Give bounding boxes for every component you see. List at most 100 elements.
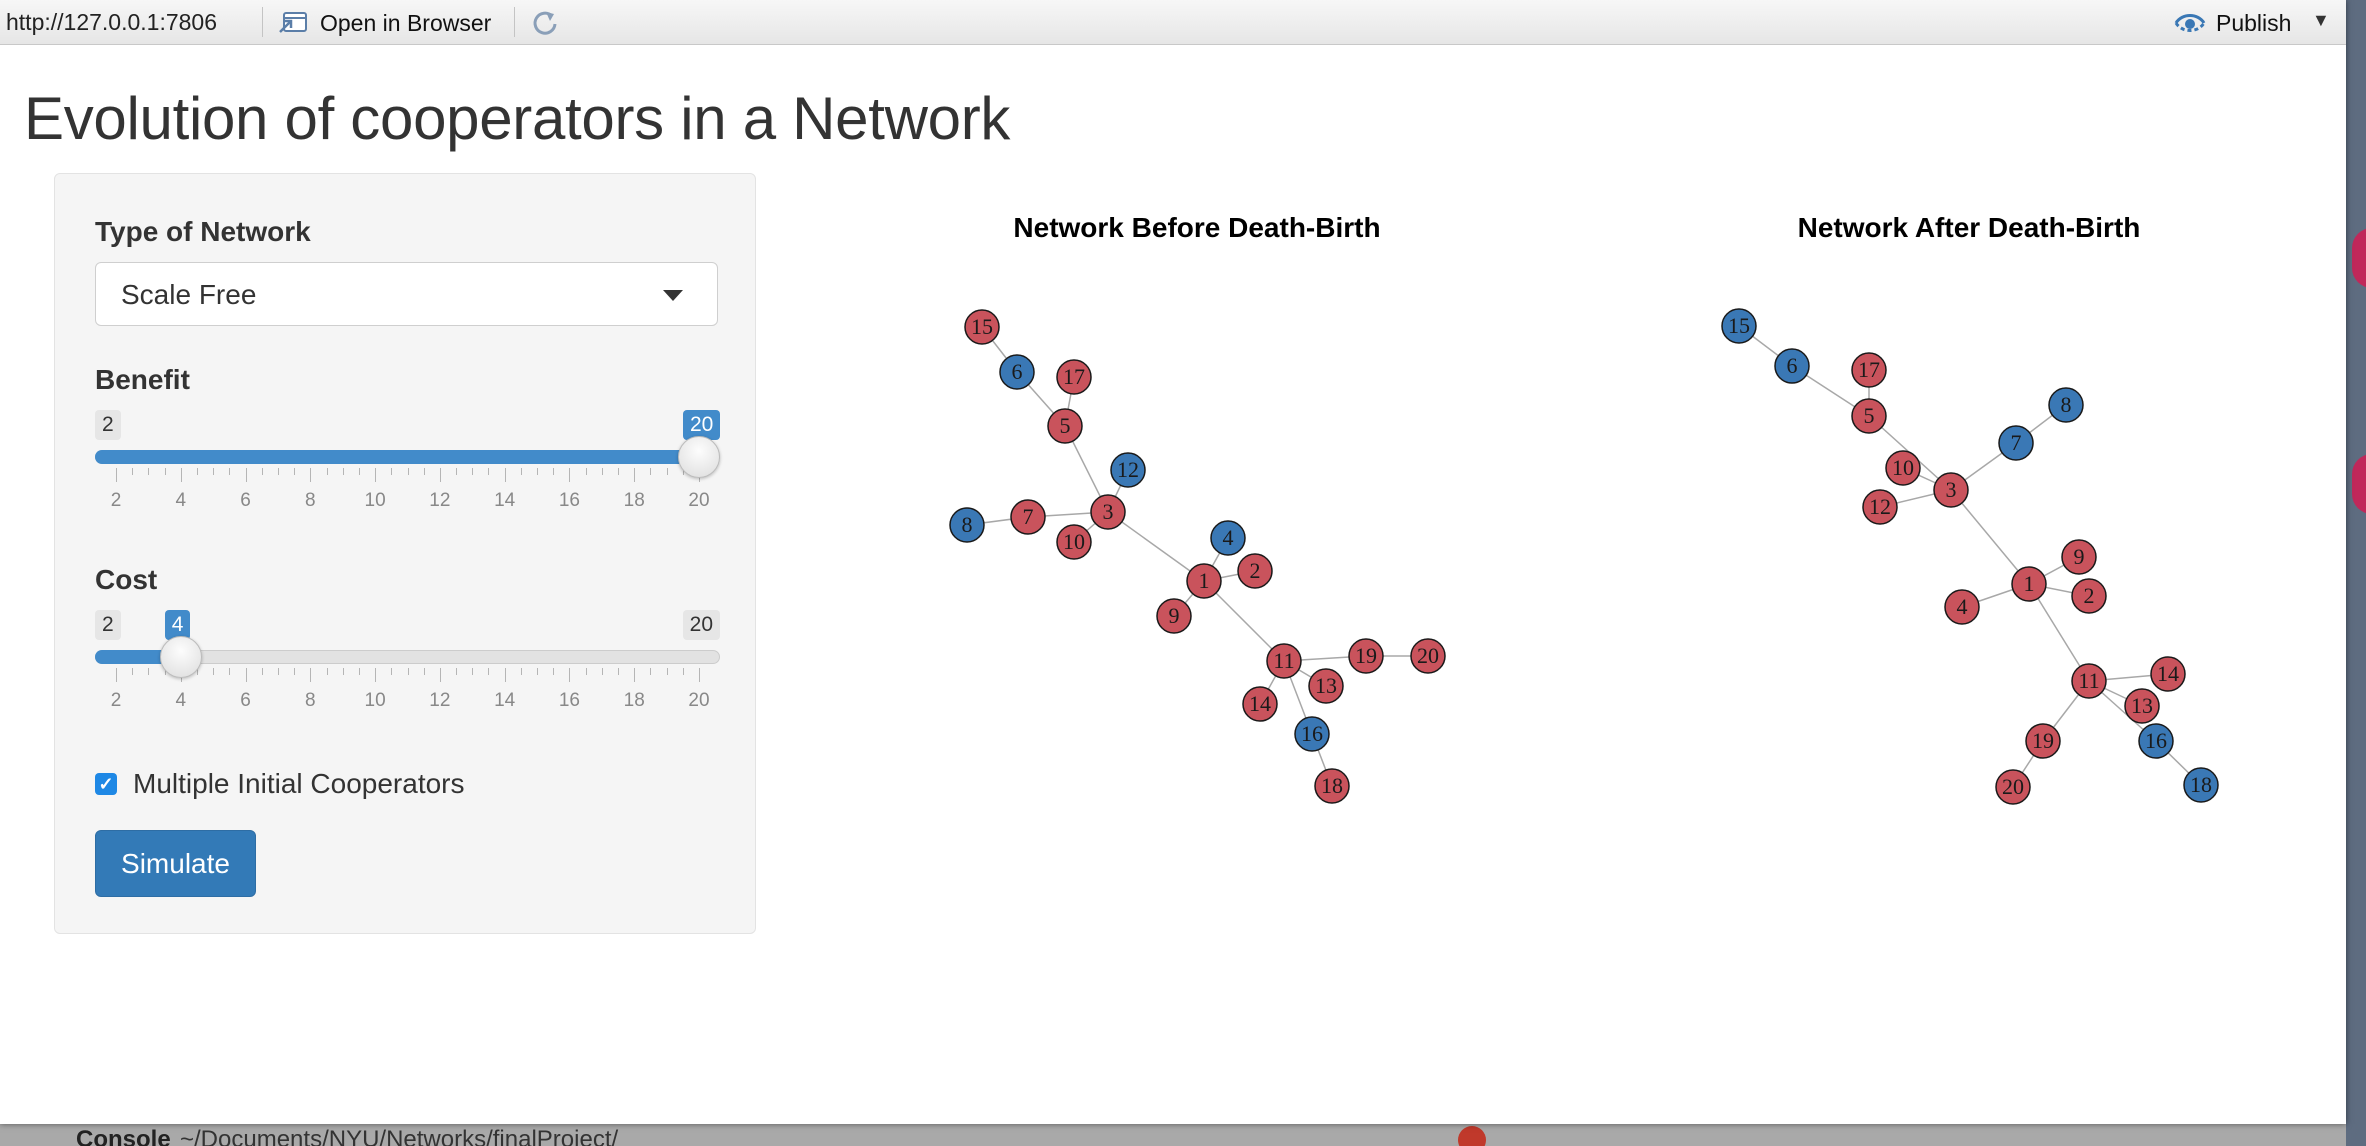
background-badge [2352,454,2366,514]
cost-minor-tick [520,668,522,675]
viewer-toolbar: http://127.0.0.1:7806 Open in Browser Pu… [0,0,2346,45]
cost-major-tick [116,668,117,682]
node-label: 2 [2084,583,2095,608]
network-node-defector: 13 [2124,688,2160,724]
cost-tick-label: 20 [688,690,710,711]
node-label: 5 [1864,403,1875,428]
cost-minor-tick [326,668,328,675]
cost-minor-tick [148,668,150,675]
network-node-cooperator: 8 [949,507,985,543]
network-type-value: Scale Free [121,279,257,310]
network-node-defector: 10 [1885,450,1921,486]
cost-min-badge: 2 [95,610,121,640]
network-node-defector: 3 [1933,472,1969,508]
network-node-defector: 5 [1851,398,1887,434]
node-label: 20 [2002,774,2024,799]
cost-tick-label: 4 [175,690,187,711]
network-node-defector: 19 [2025,723,2061,759]
benefit-tick-label: 2 [110,490,122,511]
open-in-browser-button[interactable]: Open in Browser [278,8,491,38]
benefit-minor-tick [666,468,668,475]
network-node-defector: 1 [2011,566,2047,602]
cost-minor-tick [358,668,360,675]
benefit-major-tick [504,468,506,482]
network-node-defector: 7 [1010,499,1046,535]
network-node-defector: 20 [1410,638,1446,674]
benefit-major-tick [245,468,247,482]
node-label: 14 [2157,661,2179,686]
network-node-defector: 17 [1851,352,1887,388]
node-label: 4 [1957,594,1968,619]
benefit-slider[interactable]: 2 20 20 2468101214161820 [95,410,721,530]
cost-minor-tick [261,668,263,675]
cost-minor-tick [618,668,620,675]
cost-slider-handle[interactable] [159,636,202,678]
benefit-minor-tick [326,468,328,475]
network-node-defector: 15 [964,309,1000,345]
checkmark-icon[interactable]: ✓ [95,773,117,795]
background-console-bar: Console ~/Documents/NYU/Networks/finalPr… [0,1124,2346,1146]
cost-minor-tick [277,668,279,675]
multiple-initial-cooperators-checkbox[interactable]: ✓ Multiple Initial Cooperators [95,768,465,800]
refresh-icon[interactable] [530,8,560,38]
network-edge [1950,489,2030,585]
network-node-defector: 19 [1348,638,1384,674]
node-label: 6 [1012,359,1023,384]
benefit-minor-tick [472,468,474,475]
open-in-browser-label: Open in Browser [320,9,492,36]
node-label: 9 [1169,603,1180,628]
cost-minor-tick [456,668,458,675]
publish-button[interactable]: Publish [2174,8,2291,38]
cost-tick-label: 14 [494,690,516,711]
page-title: Evolution of cooperators in a Network [24,85,1011,152]
network-type-select[interactable]: Scale Free [95,262,718,326]
benefit-min-badge: 2 [95,410,121,440]
console-label: Console [76,1126,171,1146]
simulate-button[interactable]: Simulate [95,830,256,897]
network-node-defector: 12 [1862,489,1898,525]
cost-label: Cost [95,564,158,595]
cost-major-tick [439,668,441,682]
publish-icon [2174,14,2206,32]
benefit-major-tick [310,468,312,482]
cost-minor-tick [585,668,587,675]
network-node-cooperator: 4 [1210,520,1246,556]
node-label: 8 [962,512,973,537]
node-label: 12 [1117,457,1139,482]
open-in-browser-icon [279,12,307,33]
benefit-minor-tick [520,468,522,475]
node-label: 11 [1273,648,1294,673]
network-node-defector: 14 [2150,656,2186,692]
node-label: 7 [2011,430,2022,455]
cost-minor-tick [650,668,652,675]
cost-major-tick [699,668,700,682]
node-label: 9 [2074,544,2085,569]
network-node-cooperator: 7 [1998,425,2034,461]
publish-menu-chevron-icon[interactable]: ▼ [2312,10,2330,31]
cost-minor-tick [601,668,603,675]
node-label: 17 [1858,357,1880,382]
benefit-label: Benefit [95,364,190,395]
benefit-major-tick [634,468,636,482]
cost-minor-tick [407,668,409,675]
node-label: 1 [1199,568,1210,593]
benefit-major-tick [180,468,182,482]
node-label: 10 [1063,529,1085,554]
background-window-strip [2346,0,2366,1146]
network-node-cooperator: 6 [1774,348,1810,384]
node-label: 5 [1060,413,1071,438]
background-badge [2352,228,2366,288]
cost-major-tick [375,668,377,682]
network-node-defector: 9 [1156,598,1192,634]
node-label: 13 [2131,693,2153,718]
cost-max-badge: 20 [682,610,720,640]
network-node-defector: 1 [1186,563,1222,599]
cost-minor-tick [391,668,393,675]
benefit-tick-label: 20 [688,490,710,511]
network-node-defector: 2 [1237,553,1273,589]
cost-minor-tick [229,668,231,675]
cost-slider[interactable]: 2 20 4 2 4 6 8 10 12 14 16 18 20 [95,610,720,730]
node-label: 18 [2190,772,2212,797]
benefit-slider-handle[interactable] [678,436,720,478]
benefit-tick-label: 18 [623,490,645,511]
